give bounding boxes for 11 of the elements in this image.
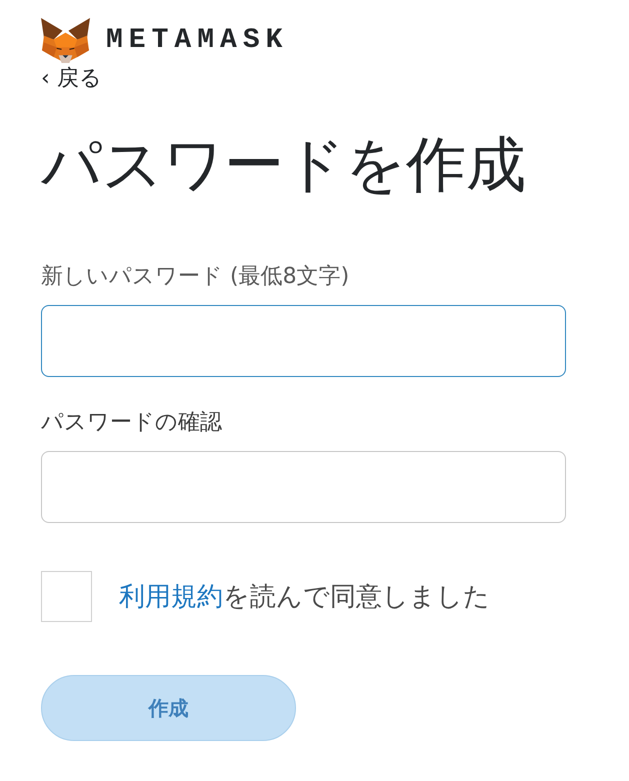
field-label: 新しいパスワード (最低8文字) — [41, 263, 350, 291]
back-link[interactable]: ‹ 戻る — [41, 66, 102, 92]
brand-name: METAMASK — [106, 25, 288, 57]
fox-logo-icon — [41, 18, 90, 64]
terms-agreement-text: 利用規約を読んで同意しました — [119, 580, 490, 614]
password-input[interactable] — [41, 451, 566, 523]
page-title: パスワードを作成 — [41, 130, 526, 200]
checkbox[interactable] — [41, 571, 92, 622]
password-input[interactable] — [41, 305, 566, 377]
terms-link[interactable]: 利用規約 — [119, 582, 223, 612]
field-label: パスワードの確認 — [41, 409, 222, 437]
